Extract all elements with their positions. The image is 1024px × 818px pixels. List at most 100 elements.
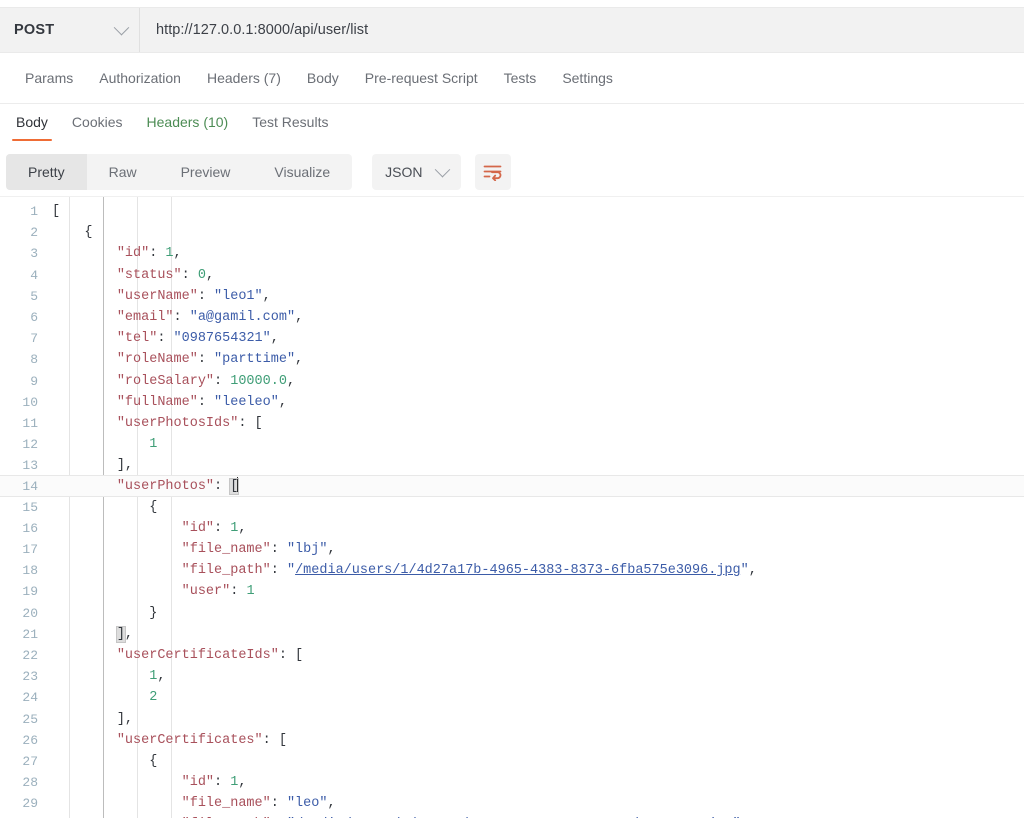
view-mode-preview[interactable]: Preview	[159, 154, 253, 190]
request-tab-body[interactable]: Body	[294, 53, 352, 103]
request-url-input[interactable]: http://127.0.0.1:8000/api/user/list	[140, 8, 1024, 52]
line-number: 16	[22, 520, 38, 536]
response-language-dropdown[interactable]: JSON	[372, 154, 461, 190]
code-line-text: "userCertificates": [	[52, 730, 1024, 751]
code-token: ,	[748, 563, 757, 579]
request-tab-authorization[interactable]: Authorization	[86, 53, 194, 103]
code-line-text: "userCertificateIds": [	[52, 645, 1024, 666]
code-line: 12 1	[0, 434, 1024, 455]
code-token: "file_name"	[181, 796, 271, 812]
code-line-text: {	[52, 222, 1024, 243]
code-token: :	[230, 584, 247, 600]
code-line-text: ],	[52, 709, 1024, 730]
code-token: "user"	[181, 584, 231, 600]
line-number: 22	[22, 647, 38, 663]
code-line-text: "file_name": "leo",	[52, 793, 1024, 814]
line-number: 25	[22, 711, 38, 727]
code-line: 3 "id": 1,	[0, 243, 1024, 264]
response-tab-body[interactable]: Body	[4, 107, 60, 141]
code-line-text: "roleName": "parttime",	[52, 349, 1024, 370]
code-token: "0987654321"	[173, 331, 271, 347]
word-wrap-toggle-button[interactable]	[474, 154, 511, 190]
code-line: 1[	[0, 201, 1024, 222]
response-language-label: JSON	[385, 164, 423, 180]
code-token: :	[214, 775, 231, 791]
code-line: 7 "tel": "0987654321",	[0, 328, 1024, 349]
code-token: [	[295, 647, 304, 663]
line-number: 14	[22, 479, 38, 495]
code-line-text: "email": "a@gamil.com",	[52, 307, 1024, 328]
code-line-text: [	[52, 201, 1024, 222]
code-line-text: "userPhotosIds": [	[52, 413, 1024, 434]
code-token: ,	[238, 775, 247, 791]
file-path-link[interactable]: /media/users/1/4d27a17b-4965-4383-8373-6…	[295, 563, 741, 578]
code-token: ,	[270, 331, 279, 347]
code-token: :	[197, 288, 215, 304]
code-token: [	[278, 732, 287, 748]
code-token: "id"	[116, 246, 150, 262]
code-line: 21 ],	[0, 624, 1024, 645]
code-line: 6 "email": "a@gamil.com",	[0, 307, 1024, 328]
line-number: 17	[22, 542, 38, 557]
code-line: 15 {	[0, 497, 1024, 518]
request-tab-pre-request-script[interactable]: Pre-request Script	[352, 53, 491, 103]
request-url-bar: POST http://127.0.0.1:8000/api/user/list	[0, 7, 1024, 53]
code-token: "leeleo"	[214, 394, 279, 410]
code-token: "roleName"	[116, 352, 198, 368]
code-token: {	[149, 499, 158, 515]
code-line: 27 {	[0, 751, 1024, 772]
code-line: 19 "user": 1	[0, 581, 1024, 602]
code-token: ]	[115, 625, 126, 643]
code-line: 25 ],	[0, 709, 1024, 730]
response-tab-headers-10[interactable]: Headers (10)	[135, 107, 241, 137]
line-number: 11	[22, 415, 38, 431]
code-token: ,	[238, 520, 247, 536]
code-line-text: "user": 1	[52, 581, 1024, 602]
view-mode-visualize[interactable]: Visualize	[252, 154, 352, 190]
request-url-value: http://127.0.0.1:8000/api/user/list	[156, 22, 369, 38]
code-token: ,	[124, 626, 134, 642]
response-tab-cookies[interactable]: Cookies	[60, 107, 135, 137]
code-token: "lbj"	[286, 542, 328, 557]
code-line: 2 {	[0, 222, 1024, 243]
request-tab-tests[interactable]: Tests	[491, 53, 550, 103]
code-line: 22 "userCertificateIds": [	[0, 645, 1024, 666]
code-token: ,	[278, 394, 287, 410]
code-token: :	[270, 542, 287, 557]
request-tab-settings[interactable]: Settings	[549, 53, 626, 103]
line-number: 21	[22, 626, 38, 642]
code-line-text: "file_path": "/media/users/1/4d27a17b-49…	[52, 560, 1024, 581]
code-token: "id"	[181, 520, 215, 536]
code-token: :	[149, 246, 166, 262]
code-line: 8 "roleName": "parttime",	[0, 349, 1024, 370]
request-tab-headers-7[interactable]: Headers (7)	[194, 53, 294, 103]
view-mode-pretty[interactable]: Pretty	[6, 154, 87, 190]
code-token: "	[740, 563, 749, 579]
code-token: :	[181, 267, 198, 283]
code-line-active: 14 "userPhotos": [	[0, 475, 1024, 497]
code-token: 2	[149, 690, 158, 706]
code-line-text: "userName": "leo1",	[52, 286, 1024, 307]
code-token: {	[149, 753, 158, 769]
response-body-viewer[interactable]: 1[2 {3 "id": 1, 4 "status": 0, 5 "userName…	[0, 196, 1024, 818]
code-token: :	[157, 331, 174, 347]
view-mode-raw[interactable]: Raw	[87, 154, 159, 190]
http-method-dropdown[interactable]: POST	[0, 8, 140, 52]
code-line: 29 "file_name": "leo",	[0, 793, 1024, 814]
line-number: 20	[22, 605, 38, 621]
line-number: 4	[30, 267, 38, 283]
code-token: ,	[327, 796, 336, 812]
code-token: 1	[149, 437, 158, 453]
code-line: 18 "file_path": "/media/users/1/4d27a17b…	[0, 560, 1024, 581]
code-line-text: "file_path": "/media/users/1/c8-4a-bc-25…	[52, 814, 1024, 818]
line-number: 24	[22, 690, 38, 706]
request-tab-params[interactable]: Params	[12, 53, 86, 103]
code-line-text: "id": 1,	[52, 243, 1024, 264]
word-wrap-icon	[483, 165, 502, 181]
code-token: ,	[286, 373, 296, 389]
code-token: ,	[173, 246, 182, 262]
response-tab-test-results[interactable]: Test Results	[240, 107, 340, 137]
text-cursor	[237, 477, 239, 493]
code-token: "id"	[181, 775, 215, 791]
code-token: 10000.0	[230, 373, 287, 389]
